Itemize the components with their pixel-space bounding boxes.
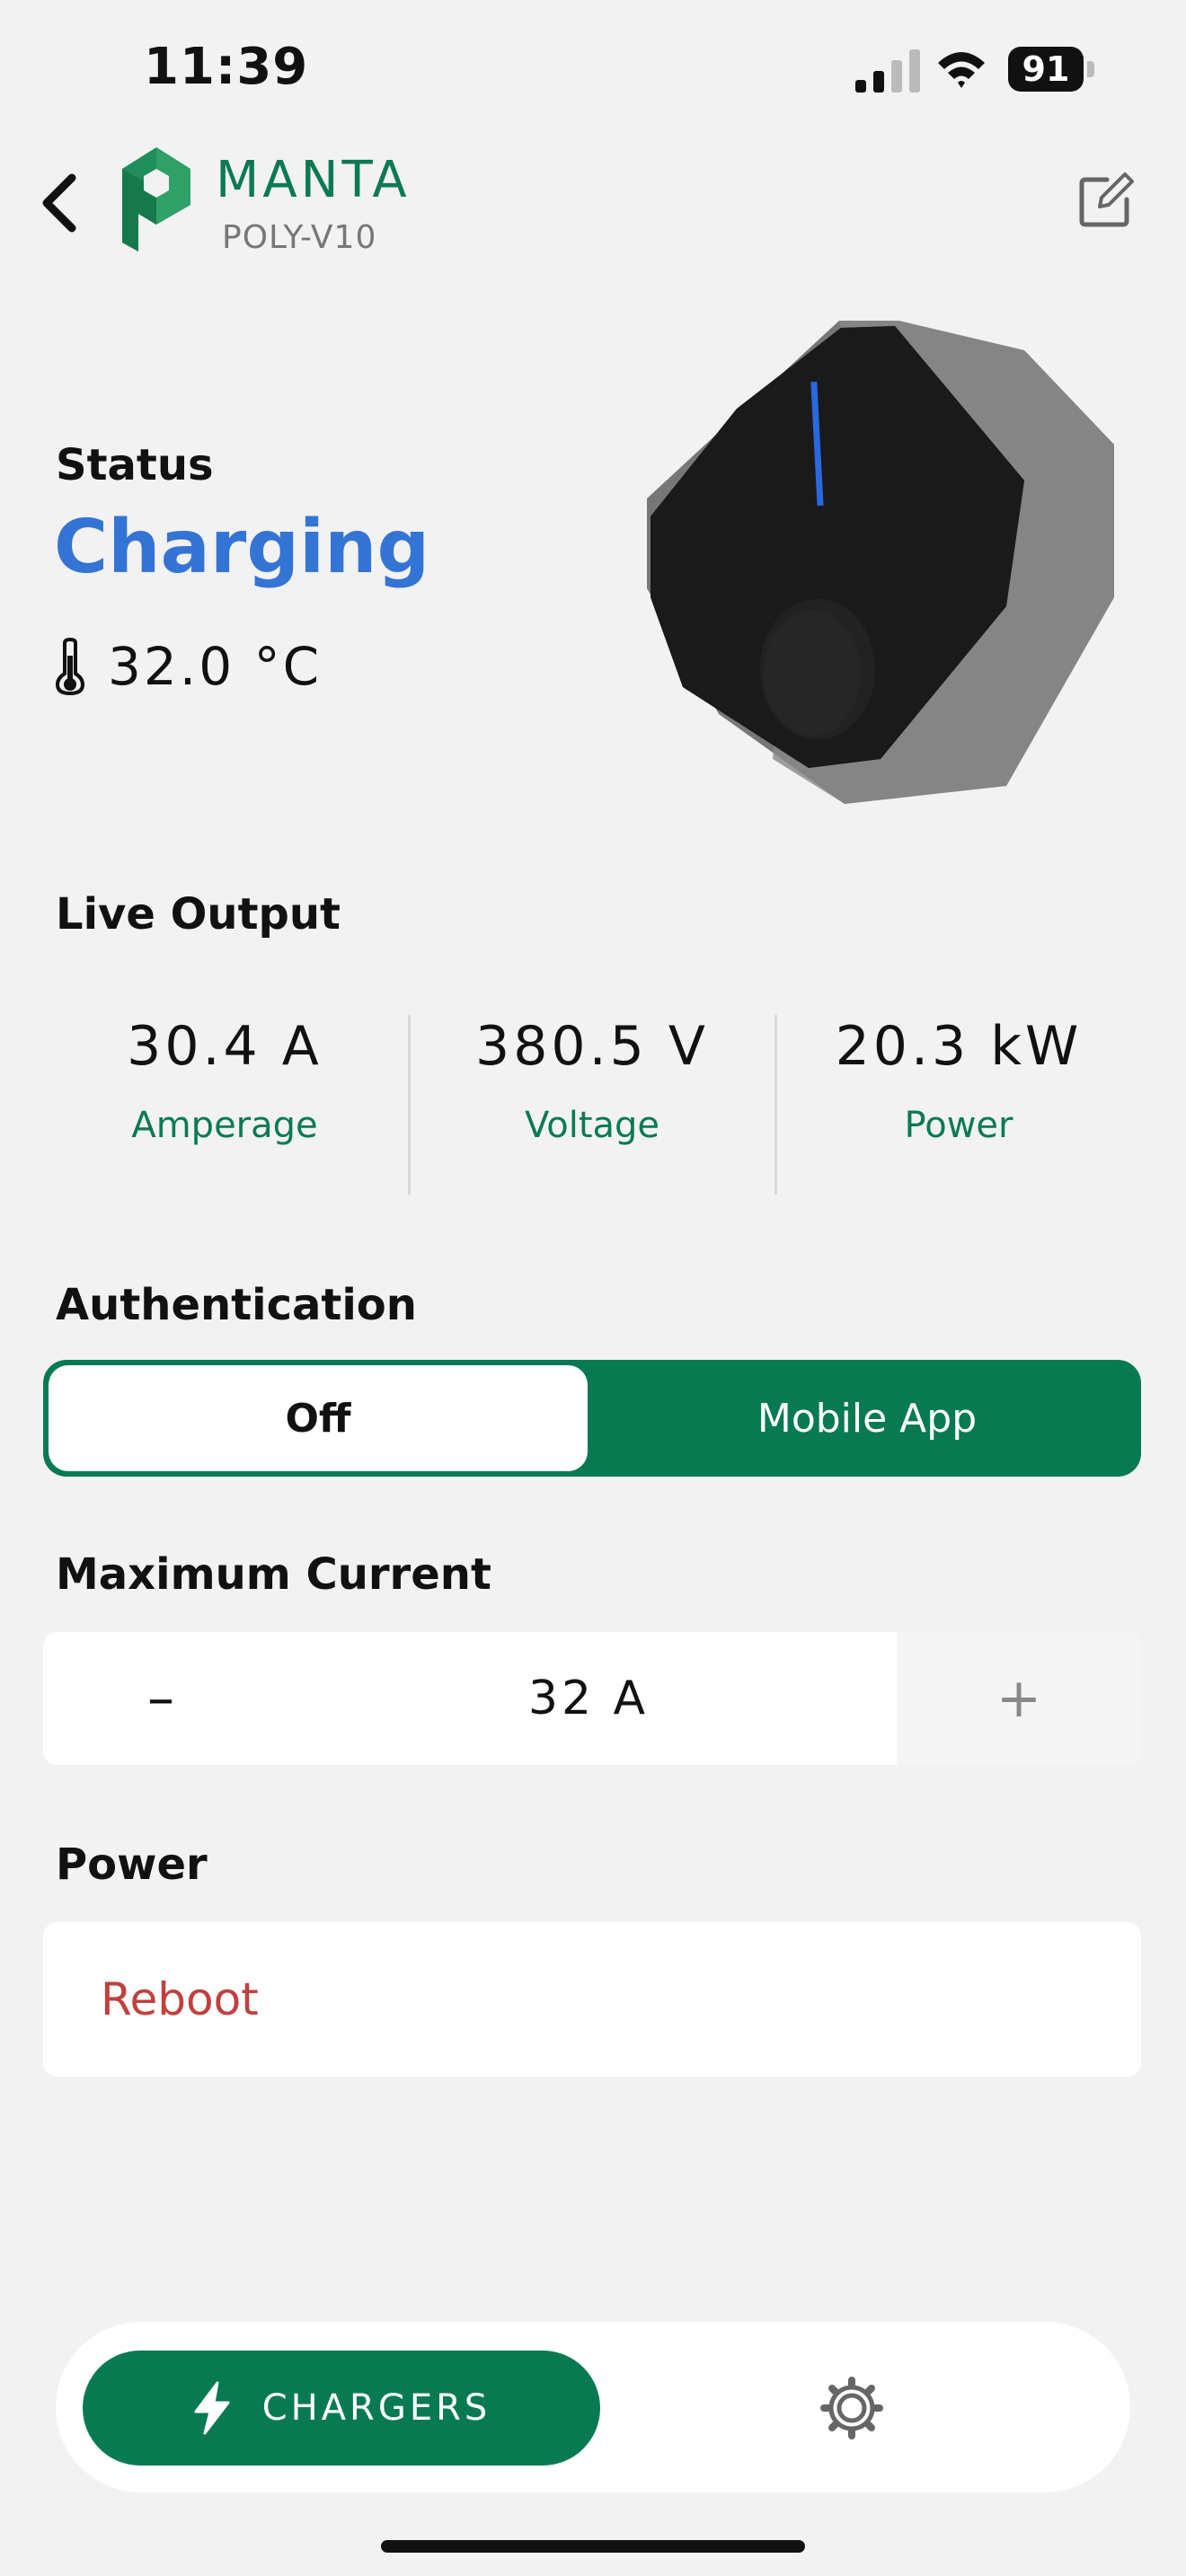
manta-logo-icon xyxy=(122,147,190,251)
power-label: Power xyxy=(904,1105,1013,1146)
current-stepper: – 32 A + xyxy=(43,1632,1141,1765)
power-section-title: Power xyxy=(56,1839,208,1890)
brand-name: MANTA xyxy=(216,151,411,209)
charger-model: POLY-V10 xyxy=(222,219,377,256)
lightning-bolt-icon xyxy=(194,2381,230,2435)
voltage-label: Voltage xyxy=(524,1105,660,1146)
tab-chargers[interactable]: CHARGERS xyxy=(83,2351,600,2466)
back-chevron-icon[interactable] xyxy=(36,171,84,235)
max-current-value: 32 A xyxy=(527,1672,650,1725)
reboot-button[interactable]: Reboot xyxy=(43,1922,1141,2077)
thermometer-icon xyxy=(56,638,84,695)
decrement-button[interactable]: – xyxy=(43,1632,279,1765)
voltage-stat: 380.5 V Voltage xyxy=(409,1015,775,1146)
amperage-stat: 30.4 A Amperage xyxy=(41,1015,408,1146)
battery-icon: 91 xyxy=(1008,47,1094,92)
charging-status: Charging xyxy=(54,505,430,590)
power-stat: 20.3 kW Power xyxy=(775,1015,1142,1146)
amperage-value: 30.4 A xyxy=(127,1015,323,1078)
auth-option-mobile-app[interactable]: Mobile App xyxy=(593,1360,1141,1477)
maximum-current-title: Maximum Current xyxy=(56,1549,491,1600)
home-indicator xyxy=(381,2540,805,2553)
auth-option-off[interactable]: Off xyxy=(49,1365,588,1471)
edit-icon[interactable] xyxy=(1076,171,1136,230)
bottom-tab-bar: CHARGERS xyxy=(56,2322,1130,2492)
power-value: 20.3 kW xyxy=(835,1015,1083,1078)
cellular-signal-icon xyxy=(855,49,920,93)
battery-level: 91 xyxy=(1008,47,1084,92)
wifi-icon xyxy=(938,52,985,88)
amperage-label: Amperage xyxy=(131,1105,318,1146)
status-label: Status xyxy=(56,440,214,490)
temperature-reading: 32.0 °C xyxy=(108,636,323,697)
gear-icon[interactable] xyxy=(819,2376,884,2440)
authentication-title: Authentication xyxy=(56,1280,417,1330)
tab-chargers-label: CHARGERS xyxy=(261,2387,491,2429)
increment-button[interactable]: + xyxy=(897,1632,1141,1765)
status-bar-time: 11:39 xyxy=(144,38,309,96)
voltage-value: 380.5 V xyxy=(475,1015,709,1078)
charger-device-image xyxy=(647,321,1114,804)
live-output-title: Live Output xyxy=(56,889,341,940)
authentication-segmented-control: Off Mobile App xyxy=(43,1360,1141,1477)
